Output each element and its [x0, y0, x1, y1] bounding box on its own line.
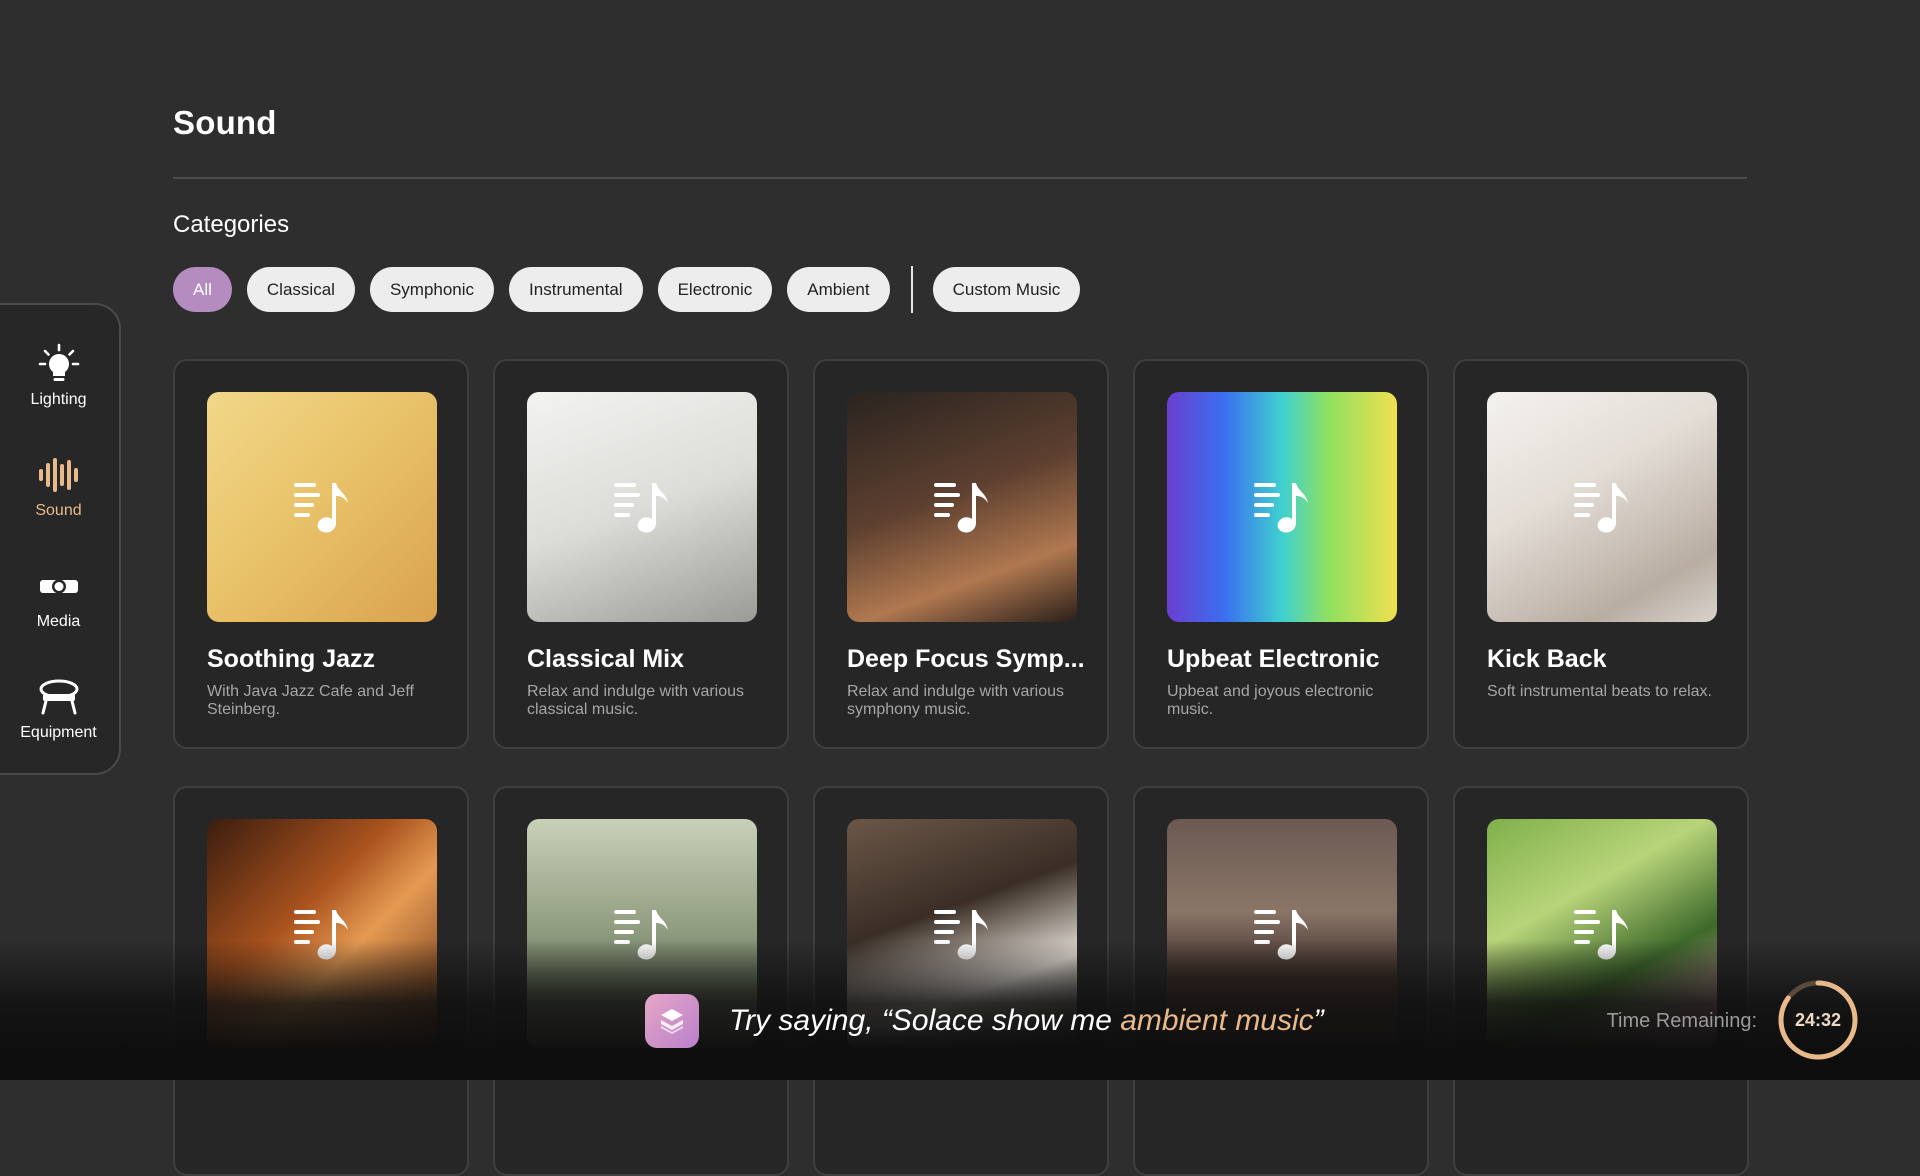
playlist-music-icon [294, 910, 348, 960]
playlist-card[interactable] [173, 786, 469, 1176]
sidebar-item-lighting[interactable]: Lighting [0, 341, 119, 409]
playlist-description: Upbeat and joyous electronic music. [1167, 683, 1374, 718]
page-title: Sound [173, 104, 277, 141]
sidebar-item-equipment[interactable]: Equipment [0, 674, 119, 742]
playlist-title: Classical Mix [527, 645, 685, 673]
session-timer: 24:32 [1777, 979, 1859, 1061]
playlist-music-icon [1254, 910, 1308, 960]
playlist-music-icon [1254, 483, 1308, 533]
category-chips: All Classical Symphonic Instrumental Ele… [173, 266, 1095, 313]
voice-hint-highlight: ambient music [1120, 1004, 1314, 1037]
playlist-artwork [1487, 392, 1717, 622]
sidebar: Lighting Sound Media Equipment [0, 303, 121, 775]
playlist-description: Relax and indulge with various symphony … [847, 683, 1065, 718]
playlist-title: Kick Back [1487, 645, 1607, 673]
categories-heading: Categories [173, 211, 290, 238]
playlist-music-icon [934, 483, 988, 533]
projector-icon [0, 563, 119, 609]
playlist-card[interactable]: Upbeat Electronic Upbeat and joyous elect… [1133, 359, 1429, 749]
playlist-music-icon [614, 910, 668, 960]
playlist-artwork [1167, 392, 1397, 622]
playlist-icon-overlay [207, 819, 437, 1049]
timer-value: 24:32 [1794, 1009, 1842, 1030]
playlist-artwork [847, 392, 1077, 622]
sidebar-item-label: Equipment [20, 724, 97, 741]
sidebar-item-media[interactable]: Media [0, 563, 119, 631]
assistant-logo-icon [661, 1009, 683, 1034]
playlist-card[interactable] [1133, 786, 1429, 1176]
chip-all[interactable]: All [173, 267, 232, 312]
playlist-title: Upbeat Electronic [1167, 645, 1380, 673]
playlist-music-icon [934, 910, 988, 960]
playlist-music-icon [294, 483, 348, 533]
lightbulb-icon [0, 341, 119, 387]
playlist-description: Soft instrumental beats to relax. [1487, 683, 1712, 700]
chip-instrumental[interactable]: Instrumental [509, 267, 643, 312]
playlist-icon-overlay [207, 392, 437, 622]
playlist-music-icon [1574, 483, 1628, 533]
playlist-description: Relax and indulge with various classical… [527, 683, 745, 718]
sidebar-item-label: Sound [35, 502, 82, 519]
massage-bed-icon [0, 674, 119, 720]
chip-symphonic[interactable]: Symphonic [369, 267, 495, 312]
playlist-card[interactable] [813, 786, 1109, 1176]
playlist-card[interactable]: Kick Back Soft instrumental beats to rela… [1453, 359, 1749, 749]
chip-custom-music[interactable]: Custom Music [932, 267, 1081, 312]
voice-hint-text: Try saying, “Solace show me ambient musi… [729, 1004, 1324, 1037]
playlist-artwork [207, 392, 437, 622]
sidebar-item-label: Media [36, 613, 81, 630]
playlist-icon-overlay [847, 392, 1077, 622]
playlist-artwork [527, 392, 757, 622]
playlist-card[interactable]: Soothing Jazz With Java Jazz Cafe and Jef… [173, 359, 469, 749]
chip-electronic[interactable]: Electronic [657, 267, 773, 312]
playlist-icon-overlay [1487, 392, 1717, 622]
sidebar-item-label: Lighting [30, 391, 87, 408]
playlist-card[interactable] [493, 786, 789, 1176]
playlist-card[interactable] [1453, 786, 1749, 1176]
playlist-title: Deep Focus Symp... [847, 645, 1085, 673]
chip-classical[interactable]: Classical [246, 267, 355, 312]
playlist-icon-overlay [527, 392, 757, 622]
sidebar-item-sound[interactable]: Sound [0, 452, 119, 520]
playlist-music-icon [1574, 910, 1628, 960]
playlist-card[interactable]: Classical Mix Relax and indulge with vari… [493, 359, 789, 749]
playlist-music-icon [614, 483, 668, 533]
chip-ambient[interactable]: Ambient [787, 267, 890, 312]
playlist-artwork [207, 819, 437, 1049]
playlist-title: Soothing Jazz [207, 645, 376, 673]
playlist-card[interactable]: Deep Focus Symp... Relax and indulge with… [813, 359, 1109, 749]
title-divider [173, 177, 1747, 179]
playlist-description: With Java Jazz Cafe and Jeff Steinberg. [207, 683, 414, 718]
voice-hint-bar: Try saying, “Solace show me ambient musi… [645, 994, 1324, 1048]
sound-wave-icon [0, 452, 119, 498]
voice-assistant-button[interactable] [645, 994, 699, 1048]
chips-divider [910, 266, 913, 313]
playlist-icon-overlay [1167, 392, 1397, 622]
time-remaining-label: Time Remaining: [1606, 1010, 1757, 1032]
